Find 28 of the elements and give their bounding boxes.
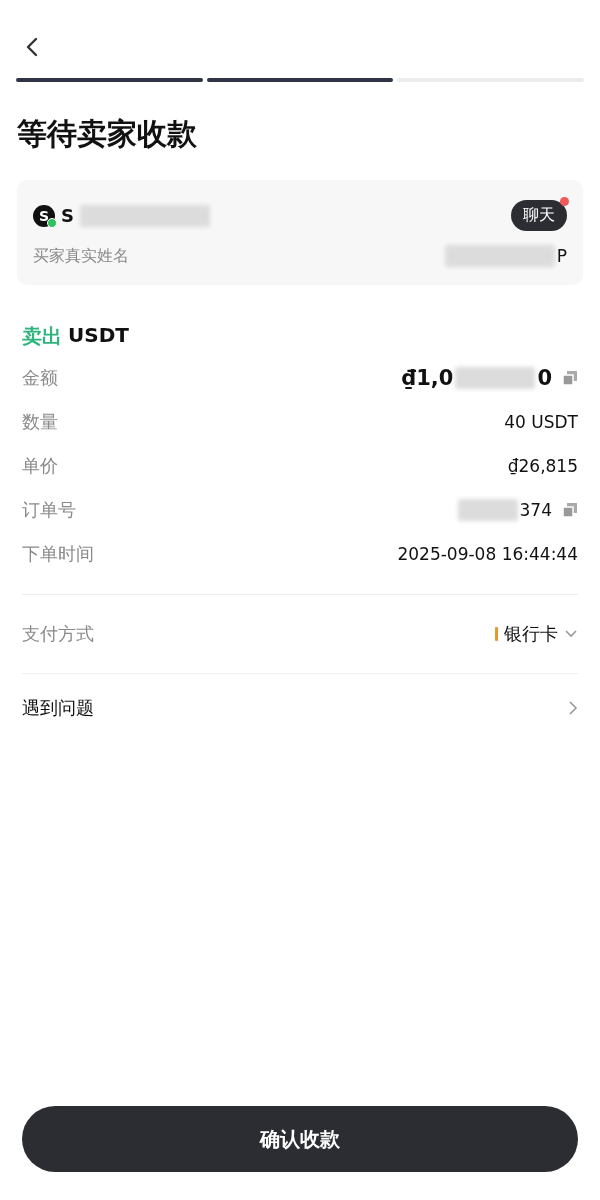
chevron-down-icon[interactable] bbox=[564, 629, 578, 639]
field-value: 374 bbox=[519, 500, 552, 520]
field-label: 订单号 bbox=[22, 498, 76, 522]
field-value: ₫1,0 bbox=[401, 366, 454, 390]
copy-icon[interactable] bbox=[562, 502, 578, 518]
real-name-label: 买家真实姓名 bbox=[33, 245, 129, 267]
field-value: 40 USDT bbox=[504, 412, 578, 432]
confirm-button[interactable]: 确认收款 bbox=[22, 1106, 578, 1172]
field-label: 数量 bbox=[22, 410, 58, 434]
payment-method[interactable]: 银行卡 bbox=[504, 622, 558, 646]
problem-link[interactable]: 遇到问题 bbox=[22, 696, 94, 720]
back-icon bbox=[25, 35, 39, 58]
payment-label: 支付方式 bbox=[22, 622, 94, 646]
chat-button[interactable]: 聊天 bbox=[511, 200, 567, 231]
avatar: S bbox=[33, 204, 55, 227]
field-value: 0 bbox=[537, 366, 552, 390]
order-side: 卖出 bbox=[22, 323, 62, 350]
order-asset: USDT bbox=[68, 323, 129, 349]
real-name: P bbox=[556, 246, 567, 266]
field-value: 2025-09-08 16:44:44 bbox=[397, 544, 578, 564]
copy-icon[interactable] bbox=[562, 370, 578, 386]
field-label: 单价 bbox=[22, 454, 58, 478]
counterparty-name: S bbox=[61, 205, 74, 226]
field-value: ₫26,815 bbox=[507, 456, 578, 476]
field-label: 下单时间 bbox=[22, 542, 94, 566]
chevron-right-icon[interactable] bbox=[568, 700, 578, 716]
field-label: 金额 bbox=[22, 366, 58, 390]
page-title: 等待卖家收款 bbox=[17, 115, 198, 153]
